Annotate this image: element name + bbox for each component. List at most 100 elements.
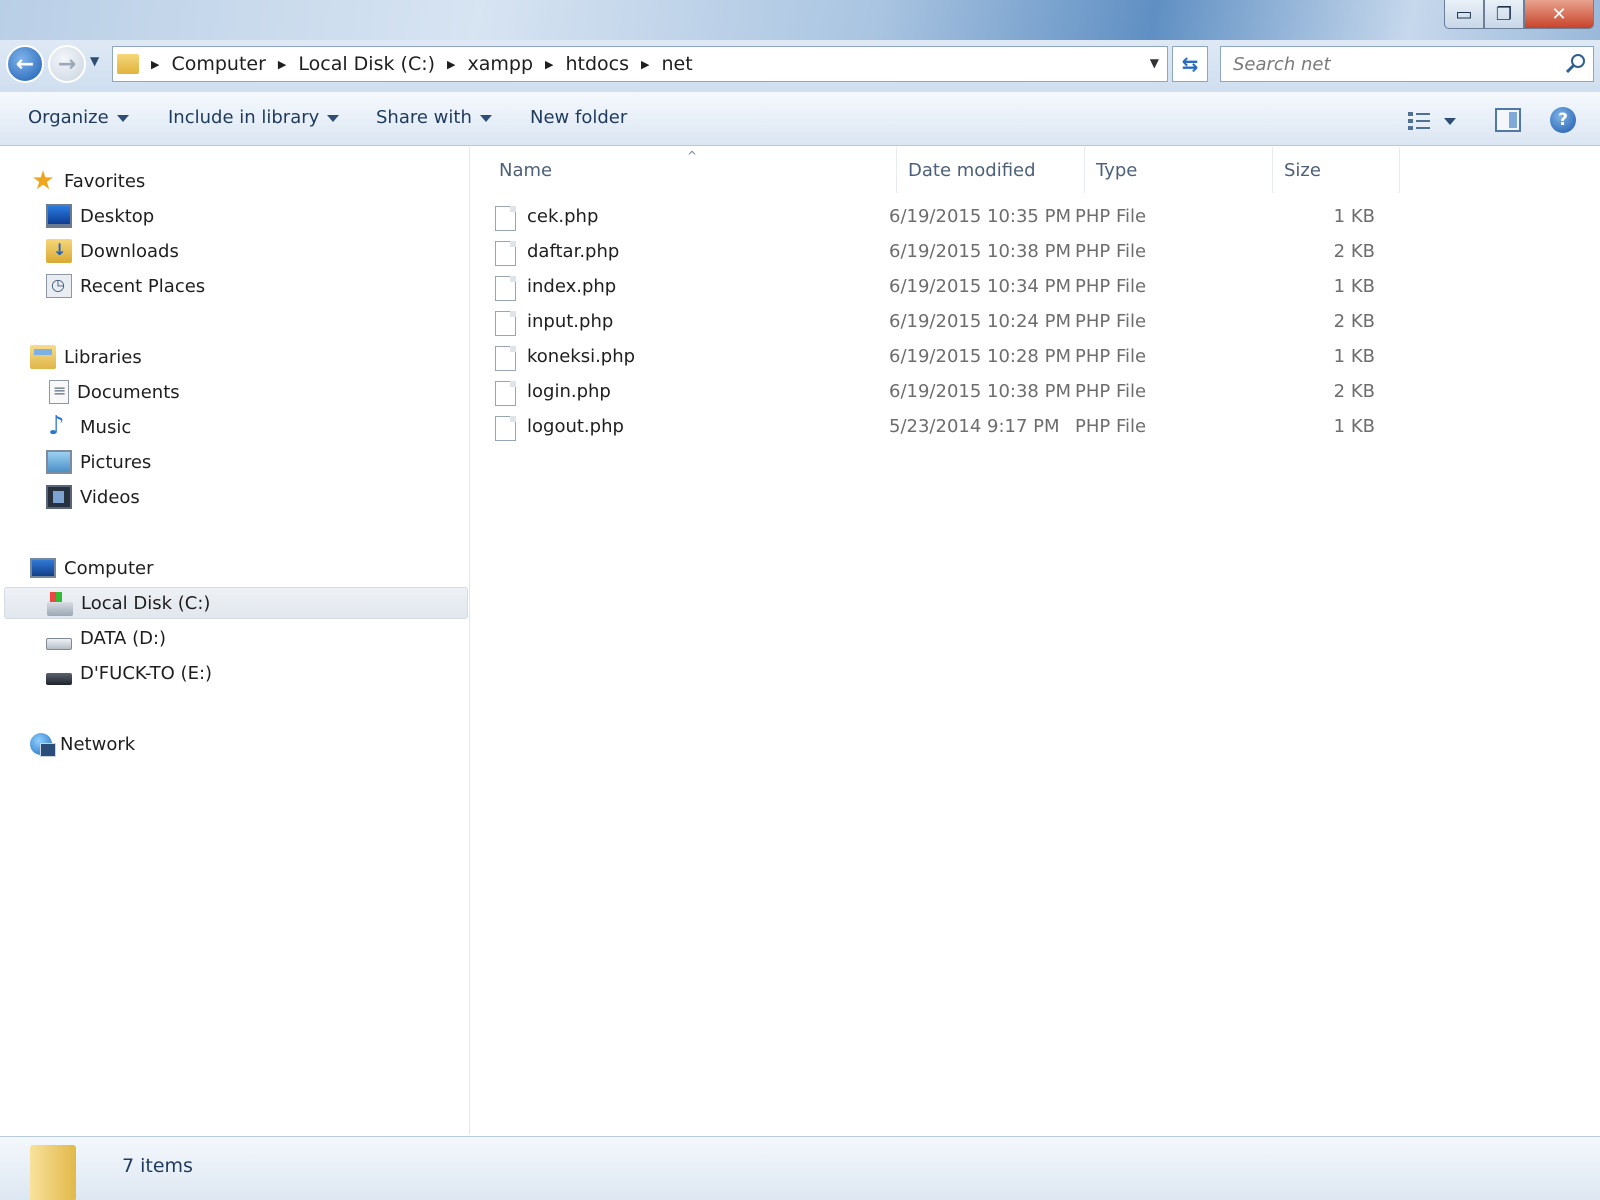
breadcrumb-separator-icon[interactable]: ▶ [151,58,159,71]
file-icon [495,311,516,336]
search-icon[interactable] [1565,53,1587,75]
sidebar-item-dfuck-drive[interactable]: D'FUCK-TO (E:) [46,657,212,689]
breadcrumb-xampp[interactable]: xampp [468,53,534,75]
share-with-button[interactable]: Share with [376,107,492,128]
back-button[interactable]: ← [6,45,44,83]
column-header-label: Name [499,159,553,181]
network-icon [30,733,56,757]
change-view-icon[interactable] [1408,110,1458,132]
computer-icon [30,558,56,578]
sidebar-item-label: D'FUCK-TO (E:) [80,662,213,684]
sidebar-item-libraries[interactable]: Libraries [30,341,142,373]
table-row[interactable]: input.php 6/19/2015 10:24 PM PHP File 2 … [491,306,1375,340]
column-header-date-modified[interactable]: Date modified [898,147,1085,193]
file-icon [495,346,516,371]
file-name: logout.php [527,416,624,437]
sidebar-item-network[interactable]: Network [30,728,135,760]
videos-icon [46,485,72,509]
breadcrumb-local-disk[interactable]: Local Disk (C:) [298,53,435,75]
search-input[interactable] [1233,53,1543,75]
sidebar-item-data-drive[interactable]: DATA (D:) [46,622,166,654]
back-arrow-icon: ← [15,51,35,77]
sidebar-item-music[interactable]: Music [46,411,131,443]
local-disk-icon [47,592,73,616]
column-header-name[interactable]: Name ^ [471,147,897,193]
file-type: PHP File [1075,206,1147,227]
file-date: 6/19/2015 10:24 PM [889,311,1071,332]
file-name: login.php [527,381,611,402]
file-type: PHP File [1075,346,1147,367]
chevron-down-icon [327,114,340,122]
sidebar-item-label: Videos [80,486,140,508]
sidebar-item-pictures[interactable]: Pictures [46,446,151,478]
file-name: cek.php [527,206,599,227]
file-type: PHP File [1075,276,1147,297]
file-size: 2 KB [1333,311,1375,332]
sidebar-item-desktop[interactable]: Desktop [46,200,154,232]
sidebar-item-favorites[interactable]: ★ Favorites [30,165,145,197]
new-folder-button[interactable]: New folder [530,107,627,128]
sort-ascending-icon: ^ [687,149,698,163]
file-type: PHP File [1075,311,1147,332]
restore-button[interactable]: ❐ [1484,0,1524,29]
file-size: 1 KB [1333,346,1375,367]
organize-button[interactable]: Organize [28,107,129,128]
table-row[interactable]: daftar.php 6/19/2015 10:38 PM PHP File 2… [491,236,1375,270]
forward-button[interactable]: → [48,45,86,83]
removable-drive-icon [46,673,72,685]
help-icon[interactable]: ? [1550,107,1576,133]
sidebar-item-local-disk[interactable]: Local Disk (C:) [4,587,468,619]
sidebar-item-label: Network [60,733,136,755]
sidebar-item-label: Pictures [80,451,152,473]
address-bar[interactable]: ▶ Computer ▶ Local Disk (C:) ▶ xampp ▶ h… [112,46,1168,82]
sidebar-item-downloads[interactable]: Downloads [46,235,179,267]
share-with-label: Share with [376,107,472,128]
recent-pages-dropdown[interactable]: ▼ [90,54,99,68]
table-row[interactable]: login.php 6/19/2015 10:38 PM PHP File 2 … [491,376,1375,410]
folder-icon [117,54,139,74]
file-icon [495,206,516,231]
column-header-label: Size [1284,159,1321,181]
breadcrumb-net[interactable]: net [662,53,693,75]
sidebar-item-documents[interactable]: Documents [46,376,180,408]
file-date: 5/23/2014 9:17 PM [889,416,1060,437]
file-name: daftar.php [527,241,620,262]
file-type: PHP File [1075,416,1147,437]
minimize-button[interactable]: ▭ [1444,0,1484,29]
organize-label: Organize [28,107,109,128]
details-pane: 7 items [0,1136,1600,1200]
breadcrumb-computer[interactable]: Computer [171,53,265,75]
sidebar-item-recent-places[interactable]: Recent Places [46,270,205,302]
table-row[interactable]: koneksi.php 6/19/2015 10:28 PM PHP File … [491,341,1375,375]
table-row[interactable]: index.php 6/19/2015 10:34 PM PHP File 1 … [491,271,1375,305]
refresh-button[interactable]: ⇆ [1172,46,1208,82]
breadcrumb-separator-icon[interactable]: ▶ [278,58,286,71]
address-history-chevron-down-icon[interactable]: ▼ [1150,56,1159,70]
sidebar-item-computer[interactable]: Computer [30,552,153,584]
file-icon [495,381,516,406]
file-name: koneksi.php [527,346,636,367]
close-button[interactable]: ✕ [1524,0,1594,29]
include-in-library-label: Include in library [168,107,320,128]
sidebar-item-label: Downloads [80,240,179,262]
chevron-down-icon [116,114,129,122]
file-date: 6/19/2015 10:28 PM [889,346,1071,367]
breadcrumb-separator-icon[interactable]: ▶ [641,58,649,71]
pictures-icon [46,450,72,474]
column-header-size[interactable]: Size [1274,147,1400,193]
breadcrumb-separator-icon[interactable]: ▶ [545,58,553,71]
breadcrumb-separator-icon[interactable]: ▶ [447,58,455,71]
file-date: 6/19/2015 10:34 PM [889,276,1071,297]
table-row[interactable]: logout.php 5/23/2014 9:17 PM PHP File 1 … [491,411,1375,445]
preview-pane-icon[interactable] [1495,108,1521,132]
sidebar-item-label: Music [80,416,132,438]
chevron-down-icon [479,114,492,122]
sidebar-item-label: Computer [64,557,154,579]
sidebar-item-label: Desktop [80,205,155,227]
breadcrumb-htdocs[interactable]: htdocs [566,53,630,75]
column-header-type[interactable]: Type [1086,147,1273,193]
include-in-library-button[interactable]: Include in library [168,107,340,128]
recent-places-icon [46,274,72,298]
table-row[interactable]: cek.php 6/19/2015 10:35 PM PHP File 1 KB [491,201,1375,235]
sidebar-item-videos[interactable]: Videos [46,481,140,513]
